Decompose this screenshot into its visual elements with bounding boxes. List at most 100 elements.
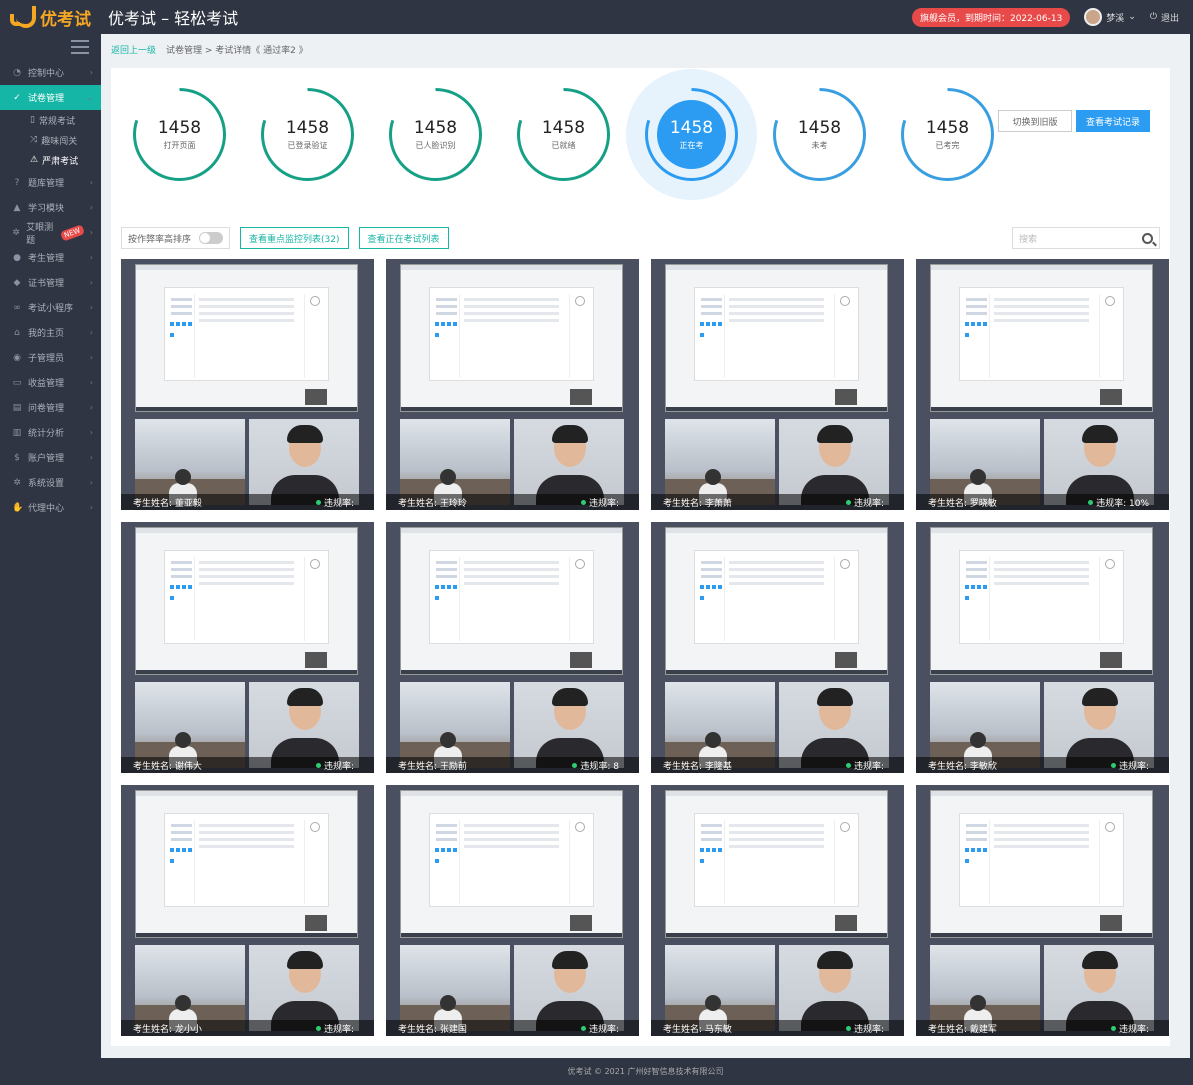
- side-camera-view[interactable]: [135, 419, 245, 505]
- screen-capture[interactable]: [135, 790, 358, 938]
- webcam-thumbnail: [835, 915, 857, 931]
- front-camera-view[interactable]: [779, 419, 889, 505]
- side-camera-view[interactable]: [665, 682, 775, 768]
- candidate-card[interactable]: 考生姓名: 马东敏 违规率:: [651, 785, 904, 1036]
- screen-capture[interactable]: [135, 264, 358, 412]
- front-camera-view[interactable]: [1044, 419, 1154, 505]
- sidebar-item-14[interactable]: ✲ 系统设置 ›: [0, 470, 101, 495]
- sort-switch[interactable]: [199, 232, 224, 244]
- sidebar-item-15[interactable]: ✋ 代理中心 ›: [0, 495, 101, 520]
- screen-capture[interactable]: [400, 790, 623, 938]
- screen-capture[interactable]: [665, 264, 888, 412]
- sidebar-item-8[interactable]: ⌂ 我的主页 ›: [0, 320, 101, 345]
- stat-ring-6[interactable]: 1458 已考完: [899, 86, 996, 183]
- violation-rate-label: 违规率:: [323, 761, 354, 772]
- stat-ring-2[interactable]: 1458 已人脸识别: [387, 86, 484, 183]
- exam-page: [429, 550, 594, 644]
- sidebar-item-5[interactable]: ● 考生管理 ›: [0, 245, 101, 270]
- screen-capture[interactable]: [930, 527, 1153, 675]
- stat-ring-4[interactable]: 1458 正在考: [626, 69, 757, 200]
- sidebar-item-3[interactable]: ▲ 学习模块 ›: [0, 195, 101, 220]
- status-dot-icon: [1110, 762, 1116, 768]
- side-camera-view[interactable]: [930, 945, 1040, 1031]
- sidebar-subitem-1[interactable]: ⤨ 趣味闯关: [0, 130, 101, 150]
- stat-ring-0[interactable]: 1458 打开页面: [131, 86, 228, 183]
- front-camera-view[interactable]: [1044, 682, 1154, 768]
- candidate-name: 考生姓名: 李萧萧: [663, 498, 732, 509]
- screen-capture[interactable]: [400, 527, 623, 675]
- candidate-card[interactable]: 考生姓名: 李萧萧 违规率:: [651, 259, 904, 510]
- side-camera-view[interactable]: [930, 682, 1040, 768]
- candidate-name: 考生姓名: 李隆基: [663, 761, 732, 772]
- front-camera-view[interactable]: [514, 945, 624, 1031]
- sidebar-item-7[interactable]: ∞ 考试小程序 ›: [0, 295, 101, 320]
- candidate-card[interactable]: 考生姓名: 罗晓敏 违规率: 10%: [916, 259, 1169, 510]
- candidate-card[interactable]: 考生姓名: 王励前 违规率: 8: [386, 522, 639, 773]
- side-camera-view[interactable]: [400, 682, 510, 768]
- front-camera-view[interactable]: [514, 419, 624, 505]
- search-icon[interactable]: [1142, 232, 1153, 244]
- candidate-card[interactable]: 考生姓名: 谢伟大 违规率:: [121, 522, 374, 773]
- stat-ring-3[interactable]: 1458 已就绪: [515, 86, 612, 183]
- search-input[interactable]: 搜索: [1012, 227, 1160, 249]
- exam-page: [429, 287, 594, 381]
- candidate-card[interactable]: 考生姓名: 李隆基 违规率:: [651, 522, 904, 773]
- stat-label: 正在考: [679, 141, 704, 150]
- gear-icon: ✲: [12, 227, 20, 238]
- stat-ring-1[interactable]: 1458 已登录验证: [259, 86, 356, 183]
- side-camera-view[interactable]: [665, 419, 775, 505]
- front-camera-view[interactable]: [249, 945, 359, 1031]
- user-menu[interactable]: 梦溪 ⌄: [1084, 8, 1136, 26]
- candidate-card[interactable]: 考生姓名: 张建国 违规率:: [386, 785, 639, 1036]
- candidate-card[interactable]: 考生姓名: 龙小小 违规率:: [121, 785, 374, 1036]
- active-list-button[interactable]: 查看正在考试列表: [358, 227, 449, 249]
- sidebar-item-4[interactable]: ✲ 艾眼测题 NEW ›: [0, 220, 101, 246]
- screen-capture[interactable]: [665, 790, 888, 938]
- focus-list-button[interactable]: 查看重点监控列表(32): [240, 227, 349, 249]
- screen-capture[interactable]: [930, 790, 1153, 938]
- front-camera-view[interactable]: [514, 682, 624, 768]
- sidebar-item-11[interactable]: ▤ 问卷管理 ›: [0, 395, 101, 420]
- front-camera-view[interactable]: [1044, 945, 1154, 1031]
- front-camera-view[interactable]: [779, 945, 889, 1031]
- logo[interactable]: 优考试: [0, 5, 100, 30]
- candidate-card[interactable]: 考生姓名: 王玲玲 违规率:: [386, 259, 639, 510]
- side-camera-view[interactable]: [665, 945, 775, 1031]
- side-camera-view[interactable]: [400, 419, 510, 505]
- front-camera-view[interactable]: [249, 682, 359, 768]
- screen-capture[interactable]: [665, 527, 888, 675]
- sidebar-item-2[interactable]: ? 题库管理 ›: [0, 170, 101, 195]
- sort-toggle[interactable]: 按作弊率高排序: [121, 227, 231, 249]
- sidebar-subitem-0[interactable]: ▯ 常规考试: [0, 110, 101, 130]
- sidebar-subitem-2[interactable]: ⚠ 严肃考试: [0, 150, 101, 170]
- back-link[interactable]: 返回上一级: [111, 43, 156, 56]
- sidebar-item-13[interactable]: $ 账户管理 ›: [0, 445, 101, 470]
- front-camera-view[interactable]: [779, 682, 889, 768]
- switch-old-version-button[interactable]: 切换到旧版: [998, 110, 1072, 132]
- candidate-name: 考生姓名: 谢伟大: [133, 761, 202, 772]
- side-camera-view[interactable]: [135, 945, 245, 1031]
- sidebar-item-12[interactable]: ▥ 统计分析 ›: [0, 420, 101, 445]
- candidate-card[interactable]: 考生姓名: 董亚毅 违规率:: [121, 259, 374, 510]
- sidebar-item-0[interactable]: ◔ 控制中心 ›: [0, 60, 101, 85]
- sidebar-item-1[interactable]: ✓ 试卷管理 ⌄: [0, 85, 101, 110]
- side-camera-view[interactable]: [400, 945, 510, 1031]
- screen-capture[interactable]: [930, 264, 1153, 412]
- stat-ring-5[interactable]: 1458 未考: [771, 86, 868, 183]
- vip-badge[interactable]: 旗舰会员，到期时间：2022-06-13: [911, 7, 1071, 27]
- sidebar-item-10[interactable]: ▭ 收益管理 ›: [0, 370, 101, 395]
- front-camera-view[interactable]: [249, 419, 359, 505]
- taskbar: [136, 933, 357, 937]
- side-camera-view[interactable]: [930, 419, 1040, 505]
- candidate-card[interactable]: 考生姓名: 戴建军 违规率:: [916, 785, 1169, 1036]
- candidate-card[interactable]: 考生姓名: 李敏欣 违规率:: [916, 522, 1169, 773]
- screen-capture[interactable]: [135, 527, 358, 675]
- menu-toggle-icon[interactable]: [71, 40, 89, 54]
- sidebar-item-6[interactable]: ◆ 证书管理 ›: [0, 270, 101, 295]
- side-camera-view[interactable]: [135, 682, 245, 768]
- logout-button[interactable]: ⏻ 退出: [1150, 11, 1179, 24]
- violation-rate-label: 违规率:: [853, 761, 884, 772]
- screen-capture[interactable]: [400, 264, 623, 412]
- view-records-button[interactable]: 查看考试记录: [1076, 110, 1150, 132]
- sidebar-item-9[interactable]: ◉ 子管理员 ›: [0, 345, 101, 370]
